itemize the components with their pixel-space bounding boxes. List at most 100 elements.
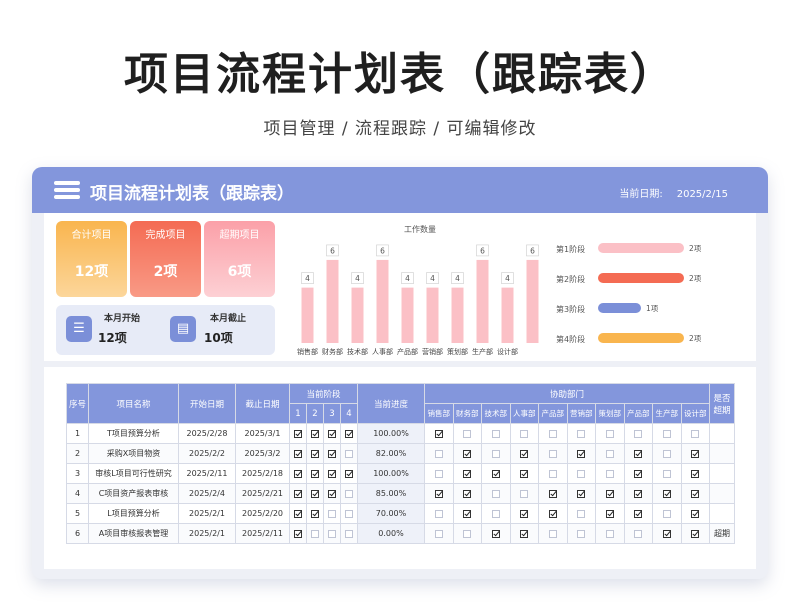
dept-checkbox[interactable] (662, 449, 671, 458)
dept-checkbox[interactable] (662, 469, 671, 478)
dept-checkbox[interactable] (662, 529, 671, 538)
table-row: 2 采购X项目物资 2025/2/2 2025/3/2 82.00% (66, 443, 735, 464)
document-icon: ☰ (66, 316, 92, 342)
stage-checkbox[interactable] (328, 509, 336, 518)
dept-checkbox[interactable] (577, 489, 586, 498)
dept-checkbox[interactable] (605, 429, 614, 438)
stage-checkbox[interactable] (328, 469, 336, 478)
dept-col-header: 人事部 (509, 403, 539, 424)
dept-checkbox[interactable] (605, 489, 614, 498)
stage-checkbox[interactable] (311, 449, 319, 458)
dept-checkbox[interactable] (463, 509, 472, 518)
dept-cell (595, 483, 625, 504)
dept-checkbox[interactable] (520, 449, 529, 458)
stage-checkbox[interactable] (328, 529, 336, 538)
dept-checkbox[interactable] (577, 469, 586, 478)
dept-checkbox[interactable] (548, 449, 557, 458)
dept-checkbox[interactable] (662, 509, 671, 518)
stage-checkbox[interactable] (328, 449, 336, 458)
stage-checkbox[interactable] (311, 469, 319, 478)
dept-checkbox[interactable] (463, 469, 472, 478)
dept-checkbox[interactable] (520, 429, 529, 438)
cell-end: 2025/2/18 (235, 463, 290, 484)
dept-checkbox[interactable] (605, 529, 614, 538)
stage-bar (598, 273, 684, 283)
dept-checkbox[interactable] (691, 529, 700, 538)
dept-checkbox[interactable] (491, 529, 500, 538)
dept-checkbox[interactable] (634, 509, 643, 518)
dept-checkbox[interactable] (691, 429, 700, 438)
dept-checkbox[interactable] (463, 449, 472, 458)
stage-checkbox[interactable] (294, 489, 302, 498)
dept-checkbox[interactable] (520, 509, 529, 518)
x-tick-label: 人事部 (372, 347, 393, 356)
dept-checkbox[interactable] (605, 469, 614, 478)
stage-cell (340, 443, 358, 464)
dept-checkbox[interactable] (548, 429, 557, 438)
dept-checkbox[interactable] (691, 509, 700, 518)
stage-checkbox[interactable] (311, 509, 319, 518)
dept-checkbox[interactable] (577, 509, 586, 518)
dept-checkbox[interactable] (548, 489, 557, 498)
stage-checkbox[interactable] (311, 489, 319, 498)
stage-checkbox[interactable] (294, 429, 302, 438)
stage-checkbox[interactable] (345, 429, 353, 438)
dept-checkbox[interactable] (634, 469, 643, 478)
dept-checkbox[interactable] (520, 489, 529, 498)
dept-checkbox[interactable] (491, 449, 500, 458)
dept-checkbox[interactable] (577, 529, 586, 538)
stage-checkbox[interactable] (345, 509, 353, 518)
dept-checkbox[interactable] (634, 529, 643, 538)
dept-checkbox[interactable] (662, 429, 671, 438)
stage-checkbox[interactable] (328, 429, 336, 438)
kpi-value: 6项 (227, 264, 252, 280)
stage-checkbox[interactable] (345, 469, 353, 478)
dept-checkbox[interactable] (691, 469, 700, 478)
dept-checkbox[interactable] (634, 449, 643, 458)
dept-checkbox[interactable] (577, 429, 586, 438)
dept-checkbox[interactable] (520, 469, 529, 478)
dept-checkbox[interactable] (577, 449, 586, 458)
stage-checkbox[interactable] (345, 449, 353, 458)
stage-checkbox[interactable] (294, 509, 302, 518)
bar-value-label: 4 (455, 274, 460, 283)
stage-checkbox[interactable] (311, 529, 319, 538)
dept-checkbox[interactable] (691, 449, 700, 458)
dept-checkbox[interactable] (463, 489, 472, 498)
dept-checkbox[interactable] (434, 489, 443, 498)
dept-checkbox[interactable] (520, 529, 529, 538)
stage-checkbox[interactable] (311, 429, 319, 438)
dept-checkbox[interactable] (662, 489, 671, 498)
dept-checkbox[interactable] (434, 529, 443, 538)
dept-checkbox[interactable] (691, 489, 700, 498)
menu-icon[interactable] (54, 181, 80, 199)
dept-checkbox[interactable] (605, 449, 614, 458)
dept-checkbox[interactable] (634, 489, 643, 498)
dept-checkbox[interactable] (605, 509, 614, 518)
stage-checkbox[interactable] (345, 529, 353, 538)
stage-checkbox[interactable] (294, 529, 302, 538)
dept-checkbox[interactable] (434, 509, 443, 518)
dept-checkbox[interactable] (491, 469, 500, 478)
stage-checkbox[interactable] (294, 449, 302, 458)
dept-checkbox[interactable] (434, 429, 443, 438)
dept-checkbox[interactable] (463, 529, 472, 538)
dept-checkbox[interactable] (548, 529, 557, 538)
dept-checkbox[interactable] (548, 469, 557, 478)
dept-cell (481, 423, 511, 444)
dept-checkbox[interactable] (491, 489, 500, 498)
dept-checkbox[interactable] (491, 429, 500, 438)
stage-checkbox[interactable] (345, 489, 353, 498)
dept-checkbox[interactable] (548, 509, 557, 518)
dept-checkbox[interactable] (434, 449, 443, 458)
stage-checkbox[interactable] (294, 469, 302, 478)
stage-cell (306, 443, 324, 464)
dept-checkbox[interactable] (491, 509, 500, 518)
stage-checkbox[interactable] (328, 489, 336, 498)
dept-checkbox[interactable] (463, 429, 472, 438)
dept-cell (595, 443, 625, 464)
dept-checkbox[interactable] (634, 429, 643, 438)
stage-cell (323, 443, 341, 464)
dept-cell (481, 503, 511, 524)
dept-checkbox[interactable] (434, 469, 443, 478)
